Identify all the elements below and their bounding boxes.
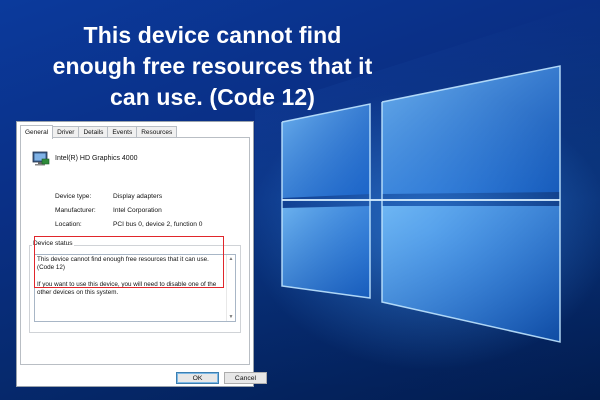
manufacturer-label: Manufacturer: — [55, 207, 96, 214]
headline: This device cannot find enough free reso… — [20, 20, 405, 113]
status-scrollbar[interactable]: ▲ ▼ — [226, 255, 235, 321]
location-value: PCI bus 0, device 2, function 0 — [113, 221, 203, 228]
scroll-up-arrow-icon[interactable]: ▲ — [227, 255, 235, 263]
location-label: Location: — [55, 221, 82, 228]
device-type-label: Device type: — [55, 193, 92, 200]
scroll-down-arrow-icon[interactable]: ▼ — [227, 313, 235, 321]
logo-pane — [282, 206, 370, 298]
display-adapter-icon — [32, 151, 50, 166]
headline-line-3: can use. (Code 12) — [109, 84, 316, 110]
headline-line-1: This device cannot find — [83, 22, 342, 48]
device-type-value: Display adapters — [113, 193, 163, 200]
device-name: Intel(R) HD Graphics 4000 — [55, 155, 138, 162]
headline-line-2: enough free resources that it — [52, 53, 373, 79]
highlight-box — [34, 236, 224, 288]
manufacturer-value: Intel Corporation — [113, 207, 162, 214]
ok-button[interactable]: OK — [176, 372, 219, 384]
tab-general[interactable]: General — [20, 125, 54, 139]
cancel-button[interactable]: Cancel — [224, 372, 267, 384]
